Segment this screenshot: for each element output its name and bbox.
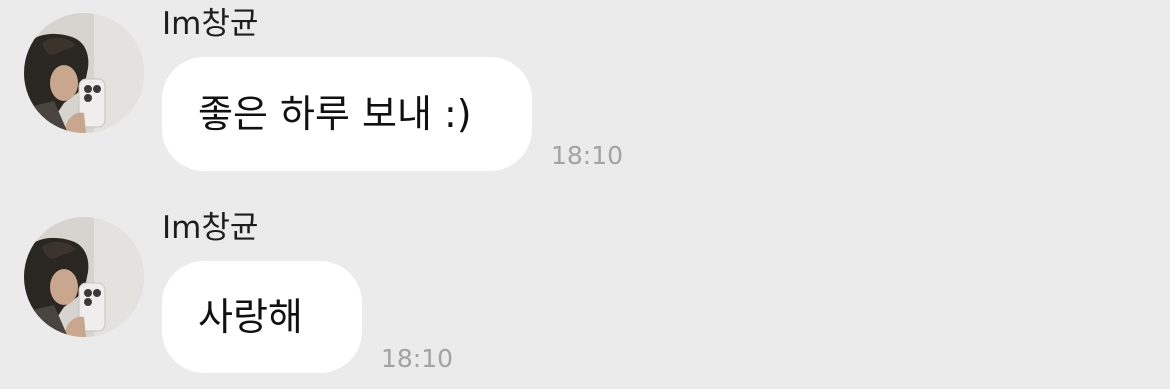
avatar[interactable] <box>24 13 144 133</box>
profile-photo-icon <box>24 13 144 133</box>
profile-photo-icon <box>24 217 144 337</box>
message-text: 좋은 하루 보내 :) <box>198 92 472 136</box>
sender-name: Im창균 <box>162 6 259 42</box>
message-text: 사랑해 <box>198 295 303 339</box>
sender-name: Im창균 <box>162 210 259 246</box>
message-timestamp: 18:10 <box>551 141 624 170</box>
message-bubble[interactable]: 사랑해 <box>162 261 362 373</box>
avatar[interactable] <box>24 217 144 337</box>
message-timestamp: 18:10 <box>381 344 454 373</box>
message-bubble[interactable]: 좋은 하루 보내 :) <box>162 57 532 171</box>
